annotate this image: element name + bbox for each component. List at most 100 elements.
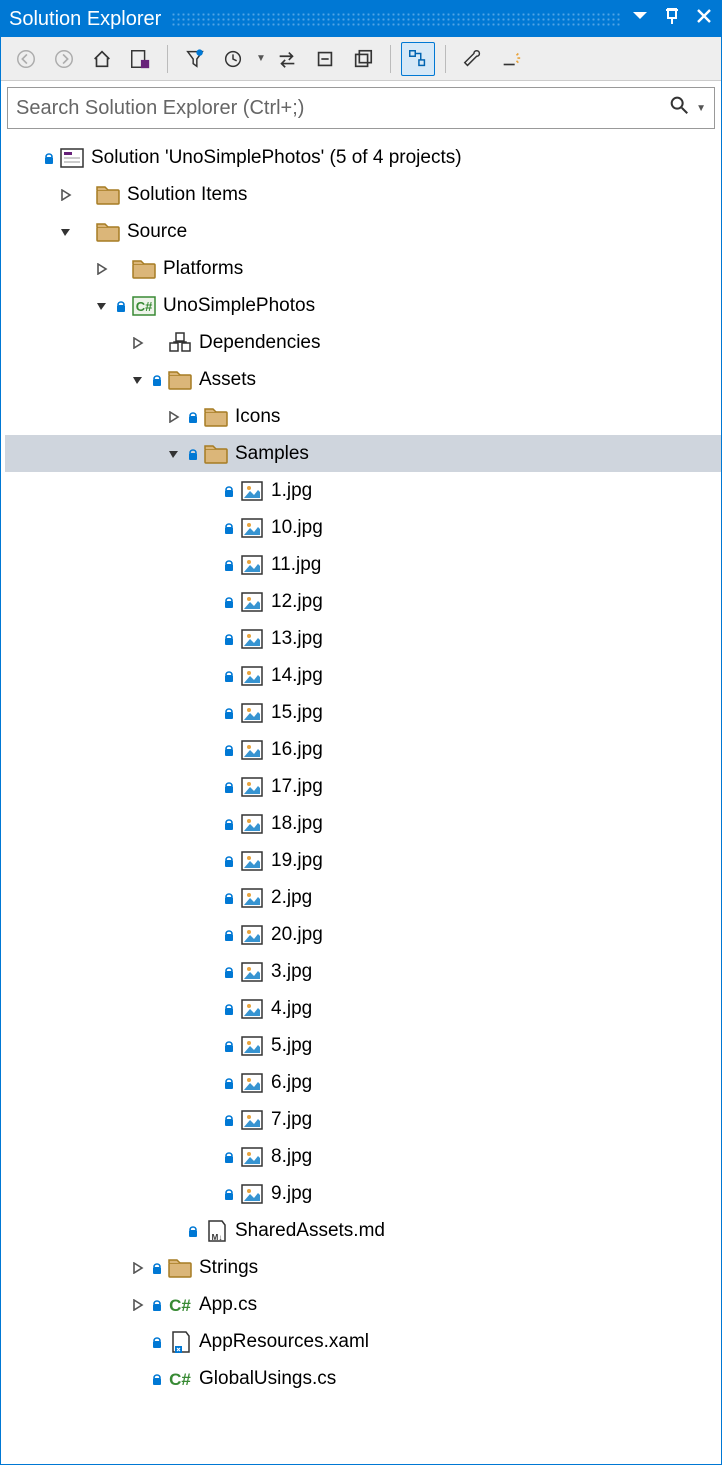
folder-icon: [203, 441, 229, 467]
tree-item[interactable]: 15.jpg: [5, 694, 721, 731]
expander-placeholder: [201, 1148, 219, 1166]
tree-item[interactable]: 18.jpg: [5, 805, 721, 842]
tree-item[interactable]: AppResources.xaml: [5, 1323, 721, 1360]
cs-icon: [167, 1366, 193, 1392]
lock-icon: [149, 1298, 165, 1312]
tree-item-label: 10.jpg: [271, 517, 323, 539]
tree-item-label: 6.jpg: [271, 1072, 312, 1094]
tree-item-label: 16.jpg: [271, 739, 323, 761]
tree-item[interactable]: 4.jpg: [5, 990, 721, 1027]
tree-item[interactable]: Samples: [5, 435, 721, 472]
properties-button[interactable]: [456, 42, 490, 76]
expander-placeholder: [201, 1074, 219, 1092]
tree-item[interactable]: 16.jpg: [5, 731, 721, 768]
tree-item[interactable]: 1.jpg: [5, 472, 721, 509]
expand-icon[interactable]: [129, 1259, 147, 1277]
tree-item[interactable]: Solution Items: [5, 176, 721, 213]
tree-item-label: 15.jpg: [271, 702, 323, 724]
image-icon: [239, 848, 265, 874]
folder-icon: [167, 1255, 193, 1281]
search-icon[interactable]: [668, 94, 690, 122]
image-icon: [239, 663, 265, 689]
tree-item[interactable]: 19.jpg: [5, 842, 721, 879]
home-button[interactable]: [85, 42, 119, 76]
tree-item[interactable]: UnoSimplePhotos: [5, 287, 721, 324]
tree-item-label: Source: [127, 221, 187, 243]
sync-button[interactable]: [270, 42, 304, 76]
tree-item[interactable]: 12.jpg: [5, 583, 721, 620]
lock-icon: [221, 1076, 237, 1090]
tree-item[interactable]: GlobalUsings.cs: [5, 1360, 721, 1397]
expander-placeholder: [129, 1333, 147, 1351]
tree-item[interactable]: Assets: [5, 361, 721, 398]
image-icon: [239, 922, 265, 948]
image-icon: [239, 996, 265, 1022]
back-button[interactable]: [9, 42, 43, 76]
show-all-files-button[interactable]: [346, 42, 380, 76]
tree-item[interactable]: Solution 'UnoSimplePhotos' (5 of 4 proje…: [5, 139, 721, 176]
collapse-icon[interactable]: [165, 445, 183, 463]
tree-item-label: 7.jpg: [271, 1109, 312, 1131]
tree-item[interactable]: 7.jpg: [5, 1101, 721, 1138]
tree-item-label: 18.jpg: [271, 813, 323, 835]
lock-icon: [221, 1150, 237, 1164]
expander-placeholder: [129, 1370, 147, 1388]
tree-item[interactable]: 6.jpg: [5, 1064, 721, 1101]
dropdown-caret-icon[interactable]: ▼: [256, 53, 266, 64]
close-icon[interactable]: [695, 7, 713, 31]
tree-item[interactable]: App.cs: [5, 1286, 721, 1323]
tree-item[interactable]: Icons: [5, 398, 721, 435]
tree-view[interactable]: Solution 'UnoSimplePhotos' (5 of 4 proje…: [1, 135, 721, 1466]
tree-item[interactable]: 17.jpg: [5, 768, 721, 805]
tree-item[interactable]: 9.jpg: [5, 1175, 721, 1212]
pin-icon[interactable]: [663, 7, 681, 31]
tree-item[interactable]: 8.jpg: [5, 1138, 721, 1175]
expand-icon[interactable]: [165, 408, 183, 426]
titlebar-grip[interactable]: [171, 12, 621, 26]
collapse-icon[interactable]: [57, 223, 75, 241]
tree-item-label: App.cs: [199, 1294, 257, 1316]
switch-views-button[interactable]: [123, 42, 157, 76]
collapse-all-button[interactable]: [308, 42, 342, 76]
search-options-dropdown[interactable]: ▼: [696, 103, 706, 114]
tree-item[interactable]: Source: [5, 213, 721, 250]
tree-item[interactable]: 11.jpg: [5, 546, 721, 583]
solution-icon: [59, 145, 85, 171]
tree-item[interactable]: 5.jpg: [5, 1027, 721, 1064]
lock-icon: [149, 1335, 165, 1349]
image-icon: [239, 1070, 265, 1096]
folder-icon: [131, 256, 157, 282]
lock-icon: [221, 558, 237, 572]
image-icon: [239, 1144, 265, 1170]
collapse-icon[interactable]: [93, 297, 111, 315]
tree-item[interactable]: Dependencies: [5, 324, 721, 361]
expand-icon[interactable]: [57, 186, 75, 204]
tree-item[interactable]: 20.jpg: [5, 916, 721, 953]
tree-item[interactable]: 2.jpg: [5, 879, 721, 916]
track-active-item-button[interactable]: [401, 42, 435, 76]
forward-button[interactable]: [47, 42, 81, 76]
tree-item[interactable]: 10.jpg: [5, 509, 721, 546]
tree-item[interactable]: 14.jpg: [5, 657, 721, 694]
lock-icon: [221, 928, 237, 942]
tree-item[interactable]: 3.jpg: [5, 953, 721, 990]
search-input[interactable]: [16, 97, 668, 120]
preview-button[interactable]: [494, 42, 528, 76]
tree-item[interactable]: Platforms: [5, 250, 721, 287]
pending-changes-filter-button[interactable]: [178, 42, 212, 76]
window-menu-icon[interactable]: [631, 7, 649, 31]
expand-icon[interactable]: [93, 260, 111, 278]
history-button[interactable]: [216, 42, 250, 76]
lock-icon: [149, 1261, 165, 1275]
search-box[interactable]: ▼: [7, 87, 715, 129]
lock-icon: [149, 1372, 165, 1386]
expand-icon[interactable]: [129, 1296, 147, 1314]
expander-placeholder: [201, 704, 219, 722]
tree-item[interactable]: Strings: [5, 1249, 721, 1286]
lock-icon: [221, 632, 237, 646]
collapse-icon[interactable]: [129, 371, 147, 389]
expand-icon[interactable]: [129, 334, 147, 352]
tree-item-label: 8.jpg: [271, 1146, 312, 1168]
tree-item[interactable]: 13.jpg: [5, 620, 721, 657]
tree-item[interactable]: SharedAssets.md: [5, 1212, 721, 1249]
